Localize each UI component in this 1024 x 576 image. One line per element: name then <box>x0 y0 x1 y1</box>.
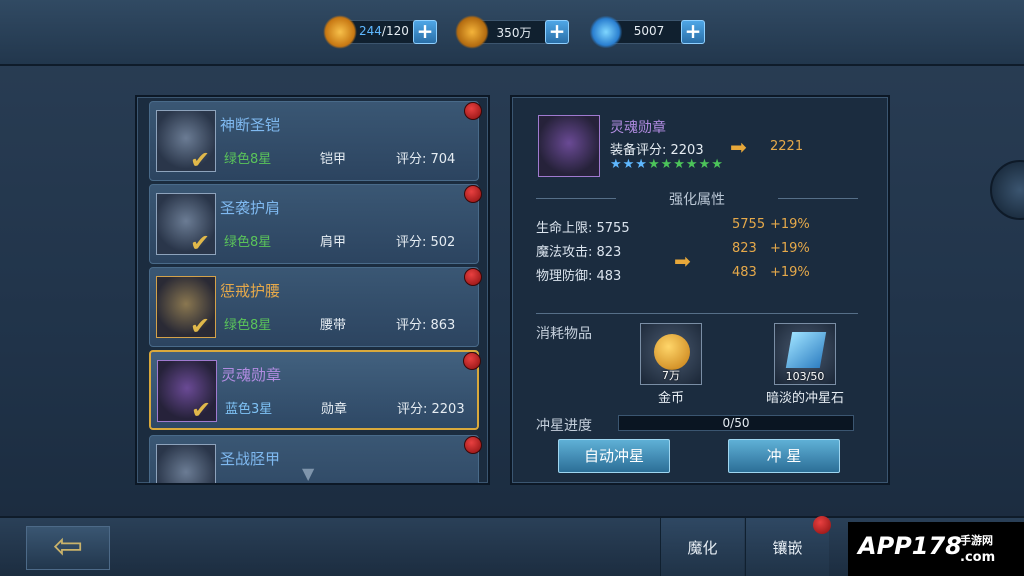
equipment-grade: 绿色8星 <box>224 152 272 167</box>
material-name: 暗淡的冲星石 <box>765 391 844 406</box>
material-gold[interactable]: 7万 <box>640 323 702 385</box>
progress-label: 冲星进度 <box>536 418 592 434</box>
detail-score-new: 2221 <box>770 139 804 154</box>
material-count: 103/50 <box>785 370 825 383</box>
stat-label: 生命上限: 5755 <box>536 221 630 236</box>
diamond-icon <box>589 15 623 49</box>
equipment-grade: 绿色8星 <box>224 235 272 250</box>
stat-new: 483 <box>732 265 757 280</box>
equipment-list-panel[interactable]: ✔ 神断圣铠 绿色8星 铠甲 评分: 704 ✔ 圣袭护肩 绿色8星 肩甲 评分… <box>135 95 490 485</box>
equipment-score: 评分: 704 <box>396 152 456 167</box>
stat-new: 823 <box>732 241 757 256</box>
gold-coin-icon <box>455 15 489 49</box>
watermark-logo: APP178 手游网 .com <box>848 522 1024 576</box>
medal-icon <box>538 115 600 177</box>
equipment-score: 评分: 502 <box>396 235 456 250</box>
stat-new: 5755 <box>732 217 766 232</box>
arrow-right-icon: ➡ <box>674 249 691 273</box>
energy-value: 244/120 <box>359 24 409 38</box>
diamond-resource: 5007 + <box>589 15 705 49</box>
notification-dot <box>464 185 482 203</box>
scroll-down-icon[interactable]: ▼ <box>302 464 314 483</box>
detail-name: 灵魂勋章 <box>610 120 666 136</box>
energy-resource: 244/120 + <box>323 15 437 49</box>
material-name: 金币 <box>657 391 684 406</box>
tab-enchant[interactable]: 魔化 <box>660 518 744 576</box>
diamond-value: 5007 <box>633 24 665 38</box>
equipment-slot: 肩甲 <box>320 235 347 250</box>
equipment-item[interactable]: ✔ 神断圣铠 绿色8星 铠甲 评分: 704 <box>149 101 482 181</box>
auto-star-button[interactable]: 自动冲星 <box>558 439 670 473</box>
stat-label: 物理防御: 483 <box>536 269 622 284</box>
notification-dot <box>464 268 482 286</box>
stat-increase: +19% <box>770 265 810 280</box>
add-diamond-button[interactable]: + <box>681 20 705 44</box>
equipment-name: 圣战胫甲 <box>220 450 281 468</box>
stat-increase: +19% <box>770 217 810 232</box>
add-energy-button[interactable]: + <box>413 20 437 44</box>
equipment-item[interactable]: ✔ 圣袭护肩 绿色8星 肩甲 评分: 502 <box>149 184 482 264</box>
stat-increase: +19% <box>770 241 810 256</box>
equipment-score: 评分: 2203 <box>397 402 465 417</box>
divider <box>536 198 616 199</box>
equipment-name: 灵魂勋章 <box>221 366 282 384</box>
divider <box>536 313 858 314</box>
star-up-button[interactable]: 冲 星 <box>728 439 840 473</box>
check-icon: ✔ <box>190 312 211 340</box>
progress-text: 0/50 <box>722 416 750 430</box>
equipment-slot: 腰带 <box>320 318 347 333</box>
equipment-slot: 勋章 <box>321 402 348 417</box>
equipment-detail-panel: 灵魂勋章 装备评分: 2203 ➡ 2221 ★★★★★★★★★ 强化属性 生命… <box>510 95 890 485</box>
arrow-right-icon: ➡ <box>730 135 747 159</box>
gold-value: 350万 <box>496 26 532 40</box>
detail-score: 装备评分: 2203 <box>610 143 704 158</box>
equipment-grade: 绿色8星 <box>224 318 272 333</box>
equipment-name: 惩戒护腰 <box>220 282 281 300</box>
progress-bar: 0/50 <box>618 415 854 431</box>
star-rating: ★★★★★★★★★ <box>610 157 724 172</box>
gold-resource: 350万 + <box>455 15 569 49</box>
stat-label: 魔法攻击: 823 <box>536 245 622 260</box>
section-title: 强化属性 <box>669 192 725 208</box>
top-resource-bar: 244/120 + 350万 + 5007 + <box>0 0 1024 66</box>
back-arrow-icon[interactable]: ⇦ <box>26 526 110 570</box>
equipment-grade: 蓝色3星 <box>225 402 273 417</box>
check-icon: ✔ <box>190 146 211 174</box>
tab-inlay[interactable]: 镶嵌 <box>745 516 831 576</box>
equipment-name: 圣袭护肩 <box>220 199 281 217</box>
gold-coin-icon <box>654 334 690 370</box>
energy-icon <box>323 15 357 49</box>
notification-dot <box>463 352 481 370</box>
greaves-icon <box>156 444 216 483</box>
equipment-name: 神断圣铠 <box>220 116 281 134</box>
equipment-item[interactable]: ✔ 惩戒护腰 绿色8星 腰带 评分: 863 <box>149 267 482 347</box>
notification-dot <box>464 436 482 454</box>
check-icon: ✔ <box>191 396 212 424</box>
star-stone-icon <box>785 332 827 368</box>
add-gold-button[interactable]: + <box>545 20 569 44</box>
material-count: 7万 <box>662 369 680 382</box>
divider <box>778 198 858 199</box>
check-icon: ✔ <box>190 229 211 257</box>
equipment-item-selected[interactable]: ✔ 灵魂勋章 蓝色3星 勋章 评分: 2203 <box>149 350 481 430</box>
equipment-score: 评分: 863 <box>396 318 456 333</box>
side-menu-button[interactable] <box>990 160 1024 220</box>
notification-dot <box>813 516 831 534</box>
material-star-stone[interactable]: 103/50 <box>774 323 836 385</box>
consume-label: 消耗物品 <box>536 326 592 342</box>
notification-dot <box>464 102 482 120</box>
equipment-slot: 铠甲 <box>320 152 347 167</box>
